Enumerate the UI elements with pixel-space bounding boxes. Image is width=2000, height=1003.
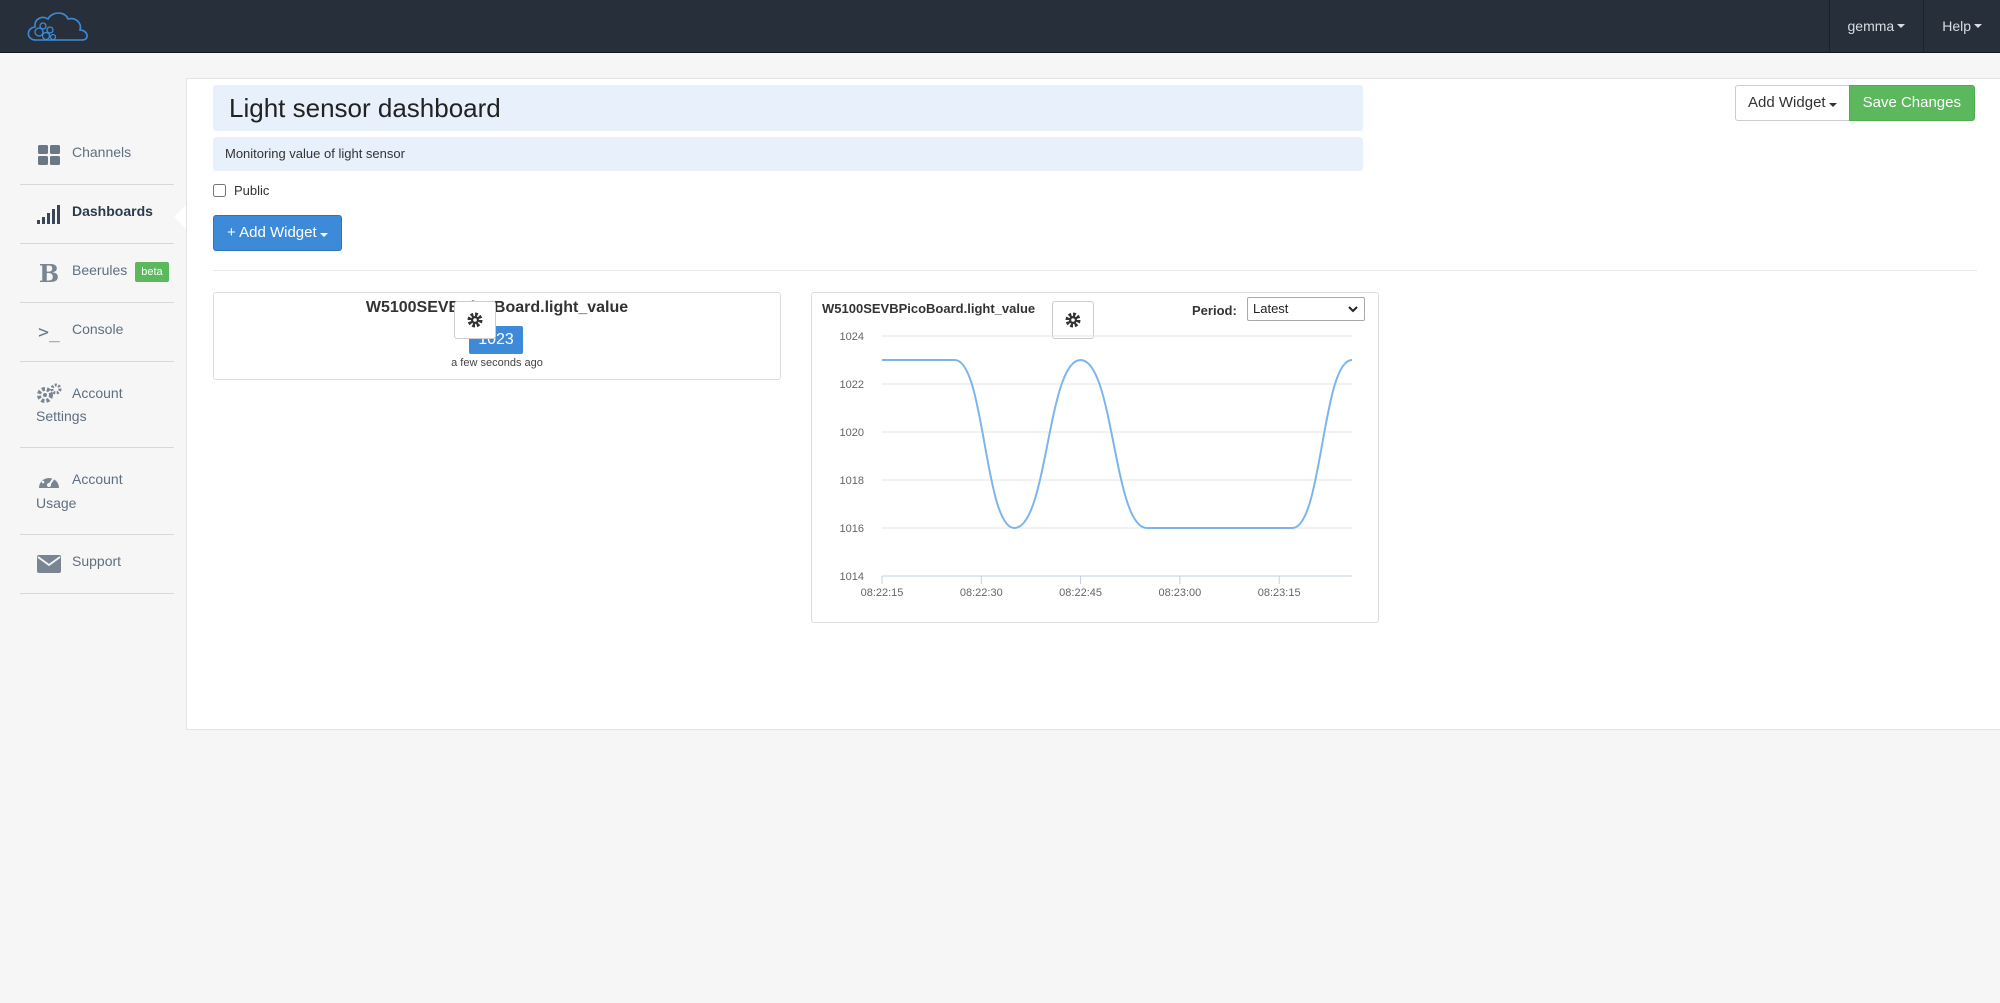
period-value: Latest xyxy=(1253,301,1289,316)
sidebar-item-label: Support xyxy=(72,552,122,569)
y-tick-label: 1018 xyxy=(840,475,864,487)
public-checkbox[interactable] xyxy=(213,184,226,197)
top-navbar: gemma Help xyxy=(0,0,2000,53)
x-tick-label: 08:22:45 xyxy=(1059,587,1102,599)
top-add-widget-label: Add Widget xyxy=(1748,94,1826,111)
gear-icon xyxy=(1065,312,1081,328)
beta-badge: beta xyxy=(135,262,169,282)
sidebar-item-support[interactable]: Support xyxy=(20,535,174,594)
caret-down-icon xyxy=(1974,24,1982,28)
y-tick-label: 1014 xyxy=(840,571,864,583)
signal-bars-icon xyxy=(36,203,62,225)
chart-widget-title: W5100SEVBPicoBoard.light_value xyxy=(822,301,1036,316)
gear-icon xyxy=(467,312,483,328)
sidebar-item-label: Channels xyxy=(72,144,132,160)
dashboard-title[interactable]: Light sensor dashboard xyxy=(213,85,1363,131)
caret-down-icon xyxy=(319,233,328,237)
grid-icon xyxy=(36,144,62,166)
value-timestamp: a few seconds ago xyxy=(451,357,543,369)
console-prompt-icon: >_ xyxy=(38,321,60,343)
x-tick-label: 08:22:30 xyxy=(960,587,1003,599)
save-changes-button[interactable]: Save Changes xyxy=(1848,85,1975,121)
user-menu-label: gemma xyxy=(1847,18,1895,34)
y-tick-label: 1020 xyxy=(840,427,864,439)
caret-down-icon xyxy=(1828,103,1837,107)
x-tick-label: 08:23:15 xyxy=(1258,587,1301,599)
light-value-chart: 1014 1016 1018 1020 1022 1024 08:22:15 08:22:30… xyxy=(840,331,1353,599)
top-add-widget-button[interactable]: Add Widget xyxy=(1735,85,1850,121)
divider xyxy=(213,270,1977,271)
top-actions: Add Widget Save Changes xyxy=(1735,85,1975,121)
period-label: Period: xyxy=(1192,303,1237,318)
sidebar-item-account-usage[interactable]: Account Usage xyxy=(20,448,174,535)
value-widget: W5100SEVBPicoBoard.light_value 1023 a fe… xyxy=(213,292,781,380)
sidebar-item-beerules[interactable]: B Beerules beta xyxy=(20,244,174,303)
value-widget-settings-button[interactable] xyxy=(454,301,496,339)
chart-widget-settings-button[interactable] xyxy=(1052,301,1094,339)
dashboard-description[interactable]: Monitoring value of light sensor xyxy=(213,137,1363,171)
help-menu-label: Help xyxy=(1942,18,1971,34)
add-widget-label: + Add Widget xyxy=(227,224,317,241)
public-label: Public xyxy=(234,183,270,198)
gears-icon xyxy=(36,383,62,405)
gauge-icon xyxy=(36,470,62,492)
sidebar-item-dashboards[interactable]: Dashboards xyxy=(20,185,186,244)
dashboard-panel: Light sensor dashboard Monitoring value … xyxy=(186,78,2000,730)
sidebar-item-label: Dashboards xyxy=(72,203,153,219)
sidebar-item-console[interactable]: >_ Console xyxy=(20,303,174,362)
add-widget-button[interactable]: + Add Widget xyxy=(213,215,342,251)
chevron-down-icon xyxy=(1348,306,1358,313)
x-tick-label: 08:23:00 xyxy=(1158,587,1201,599)
sidebar-item-label: Beerules xyxy=(72,262,128,278)
sidebar-item-label: Console xyxy=(72,321,124,337)
public-toggle[interactable]: Public xyxy=(213,183,269,198)
y-tick-label: 1016 xyxy=(840,523,864,535)
sidebar: Channels Dashboards B Beerules beta >_ C… xyxy=(20,126,186,594)
sidebar-item-channels[interactable]: Channels xyxy=(20,126,174,185)
period-select[interactable]: Latest xyxy=(1247,297,1365,321)
caret-down-icon xyxy=(1897,24,1906,28)
y-tick-label: 1022 xyxy=(840,379,864,391)
sidebar-item-account-settings[interactable]: Account Settings xyxy=(20,362,174,449)
envelope-icon xyxy=(36,553,62,575)
value-widget-title: W5100SEVBPicoBoard.light_value xyxy=(365,299,629,316)
series-line xyxy=(882,358,1353,530)
beerules-b-icon: B xyxy=(38,258,60,288)
chart-widget: W5100SEVBPicoBoard.light_value Period: L… xyxy=(811,292,1379,623)
cloud-logo-icon[interactable] xyxy=(22,6,96,48)
active-pointer xyxy=(174,205,186,229)
x-tick-label: 08:22:15 xyxy=(861,587,904,599)
help-menu[interactable]: Help xyxy=(1923,0,2000,52)
y-tick-label: 1024 xyxy=(840,331,864,343)
user-menu[interactable]: gemma xyxy=(1828,0,1924,52)
